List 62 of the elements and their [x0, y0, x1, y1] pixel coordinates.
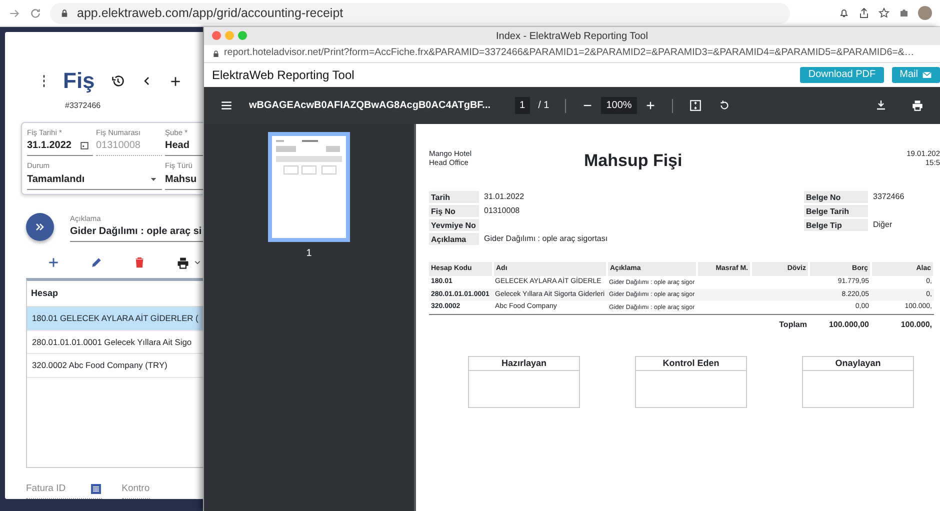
avatar[interactable]: [918, 6, 932, 20]
total-value: 100.000,00: [828, 320, 869, 328]
total-value: 100.000,: [900, 320, 932, 328]
input-field[interactable]: Fatura ID: [26, 482, 102, 499]
star-icon[interactable]: [878, 7, 890, 19]
info-value: Diğer: [872, 218, 894, 231]
download-icon[interactable]: [875, 99, 887, 111]
grid-row[interactable]: 180.01 GELECEK AYLARA AİT GİDERLER (: [27, 307, 203, 331]
zoom-in-icon[interactable]: [644, 100, 656, 111]
calendar-icon: [80, 141, 89, 150]
envelope-icon: [922, 70, 932, 80]
info-label: Belge Tarih: [804, 204, 868, 216]
page-thumbnail[interactable]: [268, 132, 350, 242]
info-label: Fiş No: [429, 204, 479, 216]
address-bar[interactable]: app.elektraweb.com/app/grid/accounting-receipt: [50, 2, 790, 24]
url-text: report.hoteladvisor.net/Print?form=AccFiche.frx&PARAMID=3372466&PARAMID1=2&PARAMID2=&PARAMID3=&PARAMID4=&PARAMID5=&PARAMID6=&…: [224, 46, 914, 60]
signature-box: Hazırlayan: [468, 356, 580, 408]
print-icon[interactable]: [911, 99, 924, 112]
fit-page-icon[interactable]: [688, 99, 702, 112]
expand-button[interactable]: [26, 213, 54, 242]
signature-box: Kontrol Eden: [635, 356, 747, 408]
signature-box: Onaylayan: [802, 356, 914, 408]
address-bar[interactable]: report.hoteladvisor.net/Print?form=AccFiche.frx&PARAMID=3372466&PARAMID1=2&PARAMID2=&PARAMID3=&PARAMID4=&PARAMID5=&PARAMID6=&…: [204, 45, 940, 63]
plus-icon[interactable]: [47, 256, 60, 270]
list-icon: [90, 482, 102, 495]
rotate-icon[interactable]: [718, 99, 731, 112]
share-icon[interactable]: [858, 7, 870, 19]
info-label: Belge No: [804, 190, 868, 202]
record-number: #3372466: [65, 101, 101, 110]
menu-icon[interactable]: [220, 99, 233, 112]
info-label: Yevmiye No: [429, 218, 479, 230]
page-number: 1: [306, 247, 312, 261]
info-value: 31.01.2022: [483, 190, 526, 202]
info-label: Belge Tip: [804, 218, 868, 230]
printer-icon: [176, 256, 190, 270]
print-menu-button[interactable]: [176, 256, 201, 270]
total-label: Toplam: [779, 320, 807, 328]
bell-icon[interactable]: [838, 7, 850, 19]
info-value: Gider Dağılımı : ople araç sigortası: [483, 232, 609, 245]
lock-icon: [60, 8, 69, 18]
file-name: wBGAGEAcwB0AFIAZQBwAG8AcgB0AC4ATgBF...: [249, 99, 491, 113]
history-icon[interactable]: [110, 74, 125, 88]
url-text: app.elektraweb.com/app/grid/accounting-receipt: [77, 4, 344, 22]
plus-icon[interactable]: [168, 74, 182, 88]
window-title: Index - ElektraWeb Reporting Tool: [496, 30, 648, 44]
trash-icon[interactable]: [133, 256, 146, 270]
lock-icon: [212, 50, 220, 58]
input-field[interactable]: Kontro: [122, 482, 150, 499]
zoom-level[interactable]: 100%: [601, 97, 637, 114]
page-count: / 1: [538, 99, 550, 113]
page-title: Fiş: [63, 70, 95, 92]
app-header-title: ElektraWeb Reporting Tool: [212, 67, 354, 84]
more-options-icon[interactable]: [41, 74, 47, 88]
info-value: 3372466: [872, 190, 906, 202]
pencil-icon[interactable]: [90, 256, 103, 270]
document-title: Mahsup Fişi: [584, 150, 684, 172]
caret-icon: [194, 259, 201, 266]
info-label: Açıklama: [429, 232, 479, 244]
reload-icon[interactable]: [29, 6, 42, 20]
page-input[interactable]: 1: [514, 97, 530, 114]
info-value: 01310008: [483, 204, 521, 216]
info-label: Tarih: [429, 190, 479, 202]
